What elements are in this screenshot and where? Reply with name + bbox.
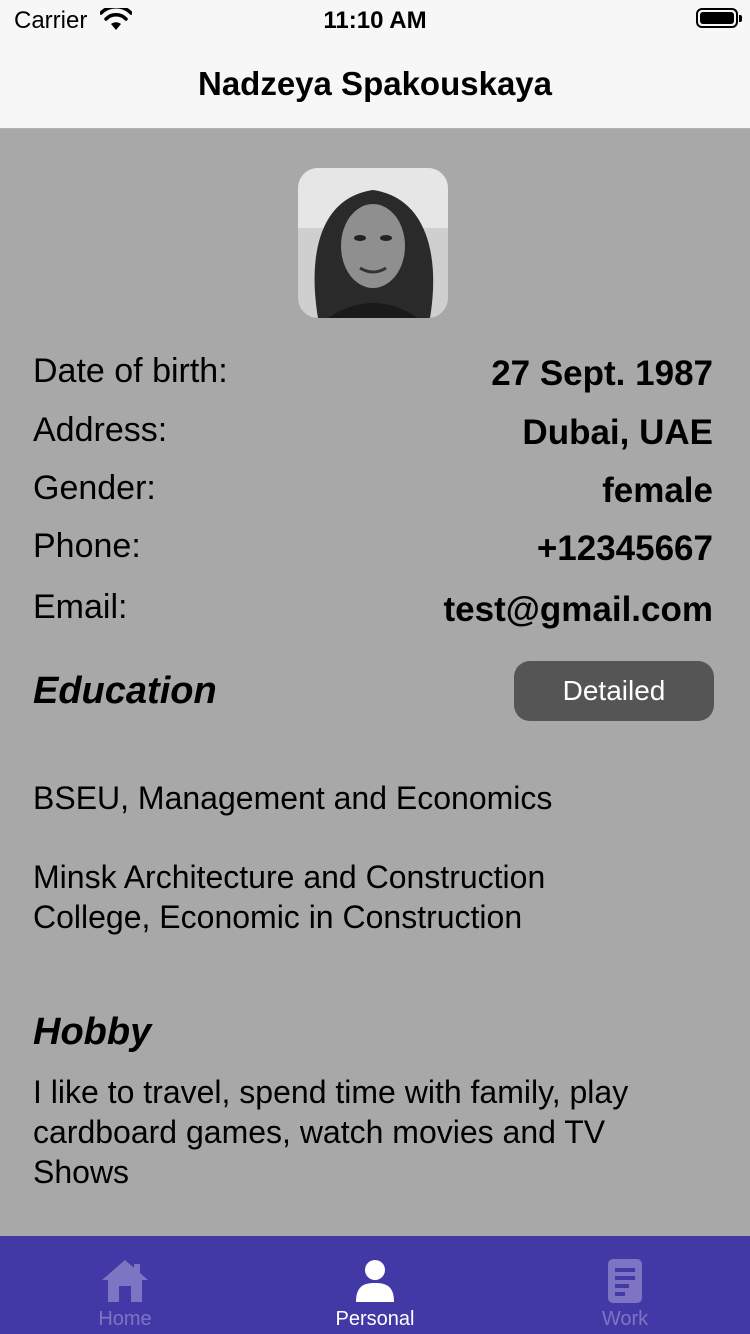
tab-home[interactable]: Home xyxy=(0,1236,250,1334)
navigation-bar: Nadzeya Spakouskaya xyxy=(0,40,750,129)
tab-personal[interactable]: Personal xyxy=(250,1236,500,1334)
hobby-heading: Hobby xyxy=(33,1011,152,1053)
tab-personal-label: Personal xyxy=(335,1308,415,1330)
address-label: Address: xyxy=(33,411,168,449)
info-row-date-of-birth: Date of birth: 27 Sept. 1987 xyxy=(33,352,713,402)
home-icon xyxy=(102,1260,148,1302)
phone-label: Phone: xyxy=(33,527,141,565)
email-label: Email: xyxy=(33,588,128,626)
person-icon xyxy=(356,1260,394,1302)
education-item: BSEU, Management and Economics xyxy=(33,780,553,816)
page-title: Nadzeya Spakouskaya xyxy=(197,65,553,102)
battery-icon xyxy=(696,8,742,28)
gender-value: female xyxy=(602,471,713,510)
info-row-gender: Gender: female xyxy=(33,469,713,519)
date-of-birth-value: 27 Sept. 1987 xyxy=(491,354,713,393)
avatar xyxy=(298,168,448,318)
detailed-button[interactable]: Detailed xyxy=(514,661,714,721)
tab-home-label: Home xyxy=(98,1308,152,1330)
tab-work[interactable]: Work xyxy=(500,1236,750,1334)
info-row-phone: Phone: +12345667 xyxy=(33,527,713,577)
info-row-email: Email: test@gmail.com xyxy=(33,588,713,638)
address-value: Dubai, UAE xyxy=(522,413,713,452)
phone-value: +12345667 xyxy=(536,529,713,568)
status-bar: Carrier 11:10 AM xyxy=(0,0,750,40)
gender-label: Gender: xyxy=(33,469,156,507)
education-heading: Education xyxy=(33,670,217,712)
status-time: 11:10 AM xyxy=(323,7,427,34)
document-icon xyxy=(608,1259,642,1303)
tab-bar: Home Personal Work xyxy=(0,1236,750,1334)
tab-work-label: Work xyxy=(601,1308,649,1330)
education-item: Minsk Architecture and Construction Coll… xyxy=(33,859,546,935)
email-value: test@gmail.com xyxy=(443,590,713,629)
date-of-birth-label: Date of birth: xyxy=(33,352,228,390)
hobby-text: I like to travel, spend time with family… xyxy=(33,1074,629,1190)
info-row-address: Address: Dubai, UAE xyxy=(33,411,713,461)
